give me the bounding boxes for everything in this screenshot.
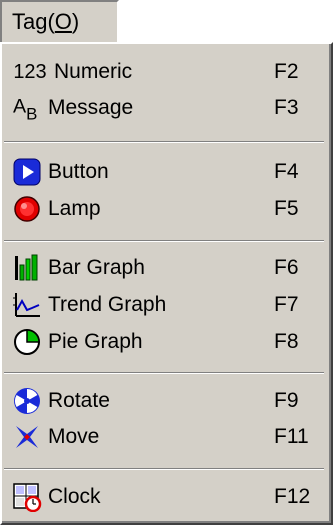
- menu-item-label: Pie Graph: [48, 330, 143, 353]
- menu-item-label: Bar Graph: [48, 256, 145, 279]
- numeric-icon: 123: [12, 57, 48, 87]
- pie-graph-icon: [12, 327, 42, 357]
- tag-menu-label-close: ): [71, 9, 80, 34]
- menu-item-shortcut: F7: [274, 293, 299, 316]
- menu-item-trend-graph[interactable]: Trend Graph F7: [2, 286, 327, 324]
- menu-separator: [4, 468, 324, 470]
- rotate-icon: [12, 386, 42, 416]
- menu-item-shortcut: F2: [274, 60, 299, 83]
- menu-item-label: Trend Graph: [48, 293, 167, 316]
- menu-item-shortcut: F11: [274, 425, 309, 448]
- menu-item-label: Rotate: [48, 389, 110, 412]
- menu-item-label: Lamp: [48, 197, 101, 220]
- message-icon: A B: [12, 93, 42, 123]
- numeric-icon-text: 123: [13, 60, 47, 83]
- menu-item-label: Move: [48, 425, 100, 448]
- menu-item-shortcut: F12: [274, 485, 311, 508]
- move-icon: [12, 422, 42, 452]
- menu-item-bar-graph[interactable]: Bar Graph F6: [2, 249, 327, 287]
- svg-text:A: A: [13, 96, 27, 118]
- tag-menu-title[interactable]: Tag(O): [0, 0, 119, 42]
- menu-item-shortcut: F3: [274, 96, 299, 119]
- menu-item-shortcut: F8: [274, 330, 299, 353]
- menu-item-lamp[interactable]: Lamp F5: [2, 190, 327, 228]
- tag-menu-mnemonic: O: [54, 9, 72, 34]
- tag-menu-label: Tag(: [12, 9, 55, 34]
- menu-item-label: Numeric: [54, 60, 133, 83]
- clock-icon: [12, 482, 42, 512]
- menu-item-message[interactable]: A B Message F3: [2, 89, 327, 127]
- svg-text:B: B: [26, 104, 37, 123]
- menu-separator: [4, 372, 324, 374]
- menu-item-shortcut: F4: [274, 160, 299, 183]
- menu-item-clock[interactable]: Clock F12: [2, 478, 327, 516]
- menu-item-label: Button: [48, 160, 109, 183]
- menu-item-numeric[interactable]: 123 Numeric F2: [2, 53, 327, 91]
- menu-item-pie-graph[interactable]: Pie Graph F8: [2, 323, 327, 361]
- menu-item-button[interactable]: Button F4: [2, 153, 327, 191]
- trend-graph-icon: [12, 290, 42, 320]
- menu-separator: [4, 240, 324, 242]
- menu-item-shortcut: F5: [274, 197, 299, 220]
- menu-item-move[interactable]: Move F11: [2, 418, 327, 456]
- menu-item-label: Clock: [48, 485, 101, 508]
- button-icon: [12, 157, 42, 187]
- menu-item-label: Message: [48, 96, 134, 119]
- menu-item-shortcut: F9: [274, 389, 299, 412]
- menu-item-rotate[interactable]: Rotate F9: [2, 382, 327, 420]
- lamp-icon: [12, 194, 42, 224]
- menu-separator: [4, 141, 324, 143]
- bar-graph-icon: [12, 253, 42, 283]
- menu-item-shortcut: F6: [274, 256, 299, 279]
